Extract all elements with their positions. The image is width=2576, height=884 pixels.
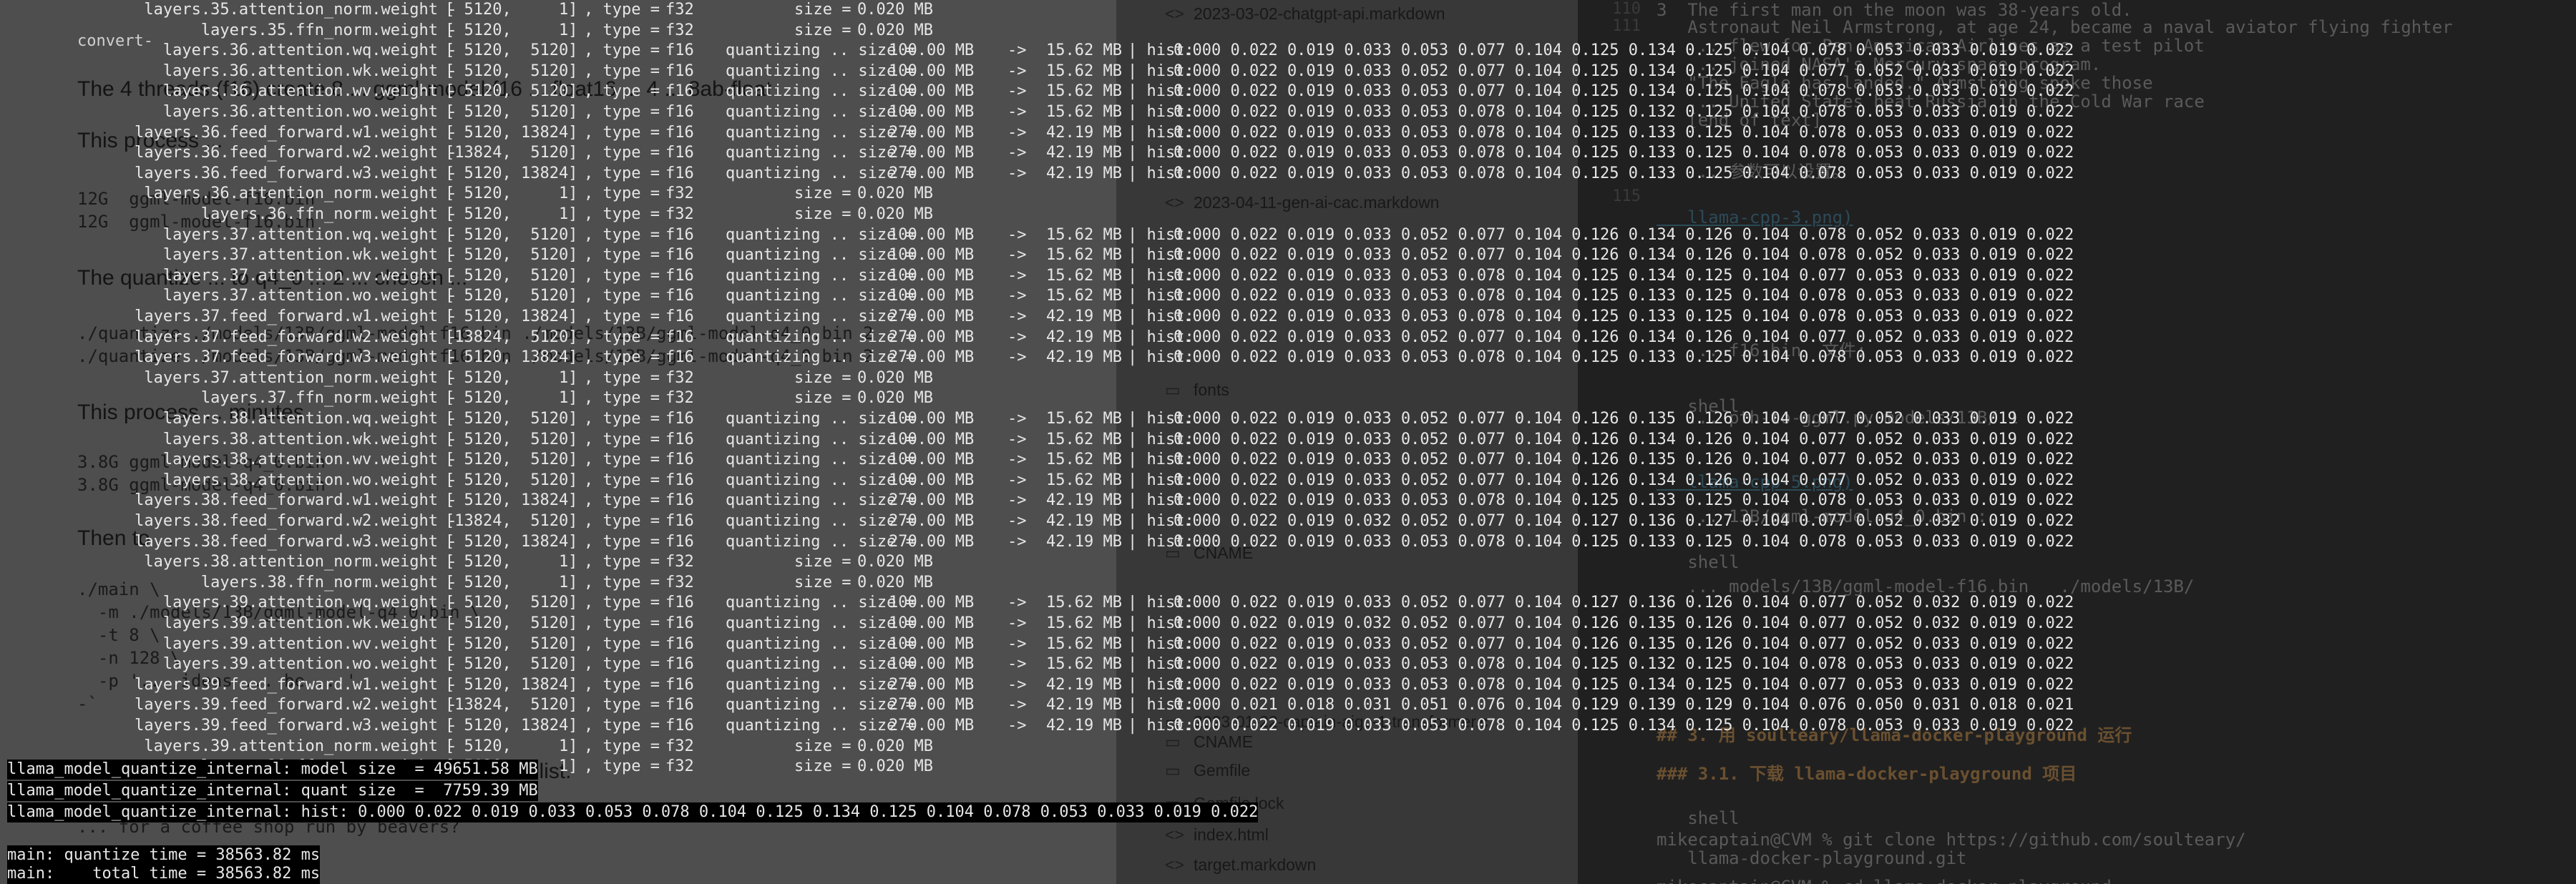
doc-code-line: - Dam ... coffee [77,861,243,881]
doc-code-line: -` [77,694,98,714]
doc-code-line: ... for a coffee shop run by beavers? [77,817,460,837]
file-name: CNAME [1194,732,1254,751]
doc-paragraph: Then to ... [77,526,175,550]
file-icon: ▭ [1165,544,1181,562]
file-list-item[interactable]: ▭ CNAME [1165,732,1253,752]
code-file-icon: <> [1165,193,1184,212]
doc-paragraph: The quantize ... to q4_0 ... 2 ... chose… [77,266,468,290]
file-name: fonts [1194,380,1229,399]
file-list-item[interactable]: ▭ 2023-01-22-captain-aigc-1-transformer.c [1165,712,1488,732]
doc-code-line: 12G ggml-model-f16.bin [77,189,316,209]
file-icon: ▭ [1165,712,1181,731]
file-name: 2023-01-22-captain-aigc-1-transformer.c [1194,712,1488,731]
editor-line-number: 110 [1612,0,1641,18]
doc-code-line: -n 128 \ [77,648,181,668]
editor-line: ... joined NASA's Mercury space program. [1657,54,2102,74]
file-name: Gemfile [1194,761,1251,780]
file-list-item[interactable]: <> target.markdown [1165,855,1316,875]
editor-heading: ## 3. 用 soulteary/llama-docker-playgroun… [1657,725,2132,745]
background-file-list: <> 2023-03-02-chatgpt-api.markdown <> 2023-… [1116,0,1578,884]
file-name: Gemfile.lock [1194,794,1284,812]
file-name: 2023-04-11-gen-ai-cac.markdown [1194,193,1440,212]
file-name: index.html [1194,825,1269,844]
editor-line: ... f16.bin 文件: [1657,340,1867,360]
file-icon: ▭ [1165,380,1181,399]
editor-line: Astronaut Neil Armstrong, at age 24, bec… [1657,17,2453,37]
doc-code-line: -p '... ideas ... be ...' [77,671,357,691]
doc-code-line: -m ./models/13B/ggml-model-q4_0.bin \ [77,602,481,622]
doc-paragraph: This process ... minutes [77,401,304,424]
editor-line: ... 13B/ggml-model-q4_0.bin : [1657,506,1988,526]
doc-paragraph: This process ... [77,129,223,152]
file-list-item[interactable]: <> 2023-04-11-gen-ai-cac.markdown [1165,193,1439,212]
editor-line-number: 115 [1612,187,1641,205]
code-file-icon: <> [1165,825,1184,844]
doc-code-line: 12G ggml-model-f16.bin [77,212,316,232]
file-list-item[interactable]: ▭ fonts [1165,380,1229,400]
editor-heading: ### 3.1. 下载 llama-docker-playground 项目 [1657,764,2077,784]
file-list-item[interactable]: ▭ Gemfile.lock [1165,794,1284,813]
file-list-item[interactable]: ▭ CNAME [1165,544,1253,563]
file-icon: ▭ [1165,732,1181,751]
editor-line: llama-docker-playground.git [1657,848,1967,868]
file-name: CNAME [1194,544,1254,562]
editor-link: llama-cpp-3.png) [1657,207,1853,227]
editor-line-number: 111 [1612,17,1641,35]
editor-line: ... models/13B/ggml-model-f16.bin ./mode… [1657,576,2195,596]
editor-line: shell [1657,808,1740,828]
editor-link: llama-cpp-5.png) [1657,472,1853,492]
editor-line: ... flew for Pan American Airlines as a … [1657,36,2205,56]
editor-line: ... 参数可以设置。 [1657,162,1850,182]
file-list-item[interactable]: <> 2023-03-02-chatgpt-api.markdown [1165,4,1445,24]
editor-line: mikecaptain@CVM % cd llama-docker-playgr… [1657,877,2112,884]
editor-line: "The Eagle has landed." Armstrong spoke … [1657,73,2153,93]
background-markdown-editor: 110 3 The first man on the moon was 38-ye… [1578,0,2576,884]
code-file-icon: <> [1165,4,1184,23]
doc-paragraph: ... here and there to hint that I wanted… [77,760,572,783]
file-list-item[interactable]: ▭ Gemfile [1165,761,1250,780]
file-name: 2023-03-02-chatgpt-api.markdown [1194,4,1445,23]
doc-code-line: ./quantize ./models/13B/ggml-model-f16.b… [77,323,874,343]
doc-paragraph: The 4 threads (f16) create 8 ... ggml-mo… [77,77,772,101]
file-list-item[interactable]: <> index.html [1165,825,1269,845]
file-icon: ▭ [1165,794,1181,812]
doc-code-line: ./main \ [77,579,160,599]
doc-code-line: ./quantize ./models/13B/ggml-model-f16.b… [77,346,874,366]
doc-code-line: 3.8G ggml-model-q4_0.bin [77,452,326,472]
editor-line: mikecaptain@CVM % git clone https://gith… [1657,830,2246,850]
background-document-window: The 4 threads (f16) create 8 ... ggml-mo… [0,0,1116,884]
doc-code-line: -t 8 \ [77,625,160,645]
editor-line: [end of text] [1657,110,1823,130]
editor-line: ... pth-to-ggml.py models/13B/ 1 [1657,408,2019,428]
editor-line: ... United States beat Russia in the Col… [1657,92,2205,112]
editor-line: shell [1657,552,1740,572]
doc-code-line: 3.8G ggml-model-q4_0.bin [77,475,326,495]
file-name: target.markdown [1194,855,1317,874]
file-icon: ▭ [1165,761,1181,780]
code-file-icon: <> [1165,855,1184,874]
